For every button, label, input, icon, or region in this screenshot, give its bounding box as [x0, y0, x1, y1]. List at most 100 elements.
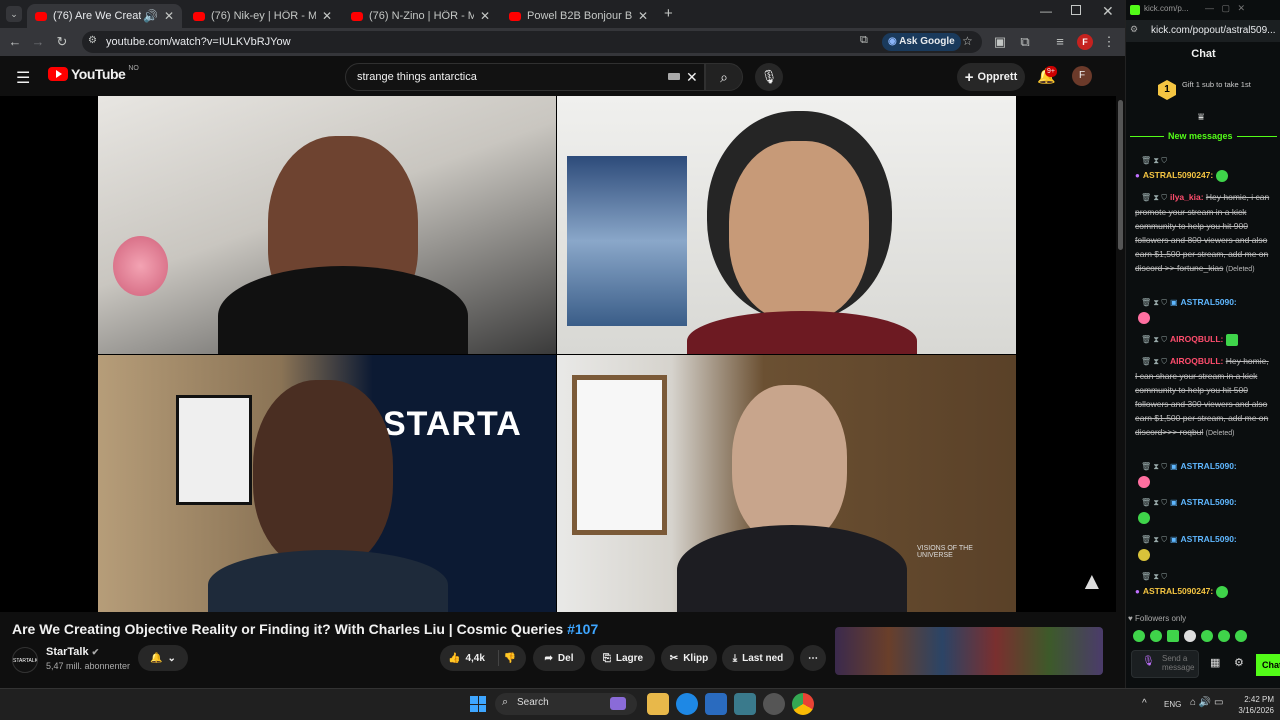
tab-n-zino[interactable]: (76) N-Zino | HÖR - March 16 / ✕ — [343, 4, 498, 28]
hamburger-menu-icon[interactable]: ☰ — [16, 68, 30, 88]
thumbs-down-icon[interactable]: 👎 — [504, 653, 516, 664]
clear-search-icon[interactable]: ✕ — [686, 64, 698, 90]
emote-icon[interactable] — [1218, 630, 1230, 642]
emote-icon[interactable] — [1184, 630, 1196, 642]
gift-icon[interactable]: ▦ — [1210, 656, 1220, 669]
mod-badges-icon[interactable]: 🗑 ⧗ ⛉ — [1141, 193, 1167, 202]
minimize-button[interactable]: — — [1040, 4, 1052, 18]
chat-username[interactable]: ilya_kia: — [1170, 192, 1204, 202]
extension-icon[interactable]: ▣ — [991, 33, 1009, 51]
emote-icon[interactable] — [1167, 630, 1179, 642]
channel-name[interactable]: StarTalk ✔ — [46, 646, 99, 658]
channel-watermark-icon[interactable]: ▲ — [1080, 569, 1104, 595]
mod-badges-icon[interactable]: 🗑 ⧗ ⛉ — [1141, 335, 1167, 344]
pinned-toggle-icon[interactable]: ⩸ — [1198, 112, 1204, 123]
app-icon[interactable] — [763, 693, 785, 715]
clip-button[interactable]: ✂ Klipp — [661, 645, 717, 671]
tab-close-icon[interactable]: ✕ — [638, 9, 648, 23]
tab-powel[interactable]: Powel B2B Bonjour Ben | HÖR ✕ — [501, 4, 656, 28]
reload-icon[interactable]: ↻ — [53, 33, 71, 51]
page-scrollbar[interactable] — [1116, 96, 1125, 688]
related-video-thumbnail[interactable] — [835, 627, 1103, 675]
emote-icon[interactable] — [1235, 630, 1247, 642]
like-button[interactable]: 👍 4,4k 👎 — [440, 645, 526, 671]
chat-username[interactable]: AIROQBULL: — [1170, 356, 1223, 366]
tab-nik-ey[interactable]: (76) Nik-ey | HÖR - March 16 / ✕ — [185, 4, 340, 28]
tab-search-button[interactable]: ⌄ — [6, 6, 22, 22]
forward-arrow-icon[interactable]: → — [29, 33, 47, 51]
chat-username[interactable]: AIROQBULL: — [1170, 334, 1223, 344]
tab-close-icon[interactable]: ✕ — [480, 9, 490, 23]
save-button[interactable]: ⎘ Lagre — [591, 645, 655, 671]
more-actions-button[interactable]: ⋯ — [800, 645, 826, 671]
emote-icon[interactable] — [1133, 630, 1145, 642]
network-volume-icon[interactable]: ⌂ 🔊 ▭ — [1190, 697, 1224, 708]
show-hidden-icons-icon[interactable]: ^ — [1142, 698, 1147, 709]
search-input[interactable]: strange things antarctica ✕ — [345, 63, 705, 91]
keyboard-icon[interactable] — [668, 73, 680, 80]
mod-badges-icon[interactable]: 🗑 ⧗ ⛉ — [1141, 498, 1167, 507]
chrome-menu-icon[interactable]: ⋮ — [1100, 33, 1118, 51]
chat-message-input[interactable]: 🎙 Send a message — [1131, 650, 1199, 678]
mod-badges-icon[interactable]: 🗑 ⧗ ⛉ — [1141, 156, 1167, 165]
reading-list-icon[interactable]: ≡ — [1051, 33, 1069, 51]
chat-username[interactable]: ASTRAL5090: — [1181, 297, 1237, 307]
mod-badges-icon[interactable]: 🗑 ⧗ ⛉ — [1141, 357, 1167, 366]
mod-badges-icon[interactable]: 🗑 ⧗ ⛉ — [1141, 462, 1167, 471]
mod-badges-icon[interactable]: 🗑 ⧗ ⛉ — [1141, 298, 1167, 307]
new-tab-button[interactable]: + — [664, 5, 673, 22]
emote-icon[interactable] — [1201, 630, 1213, 642]
download-button[interactable]: ⤓ Last ned — [722, 645, 794, 671]
emote-bar[interactable] — [1133, 630, 1247, 642]
mod-badges-icon[interactable]: 🗑 ⧗ ⛉ — [1141, 572, 1167, 581]
windows-start-icon[interactable] — [467, 693, 489, 715]
site-info-icon[interactable]: ⚙ — [88, 35, 97, 46]
back-arrow-icon[interactable]: ← — [6, 33, 24, 51]
profile-avatar[interactable]: F — [1077, 34, 1093, 50]
hashtag-link[interactable]: #107 — [567, 621, 598, 637]
chat-username[interactable]: ASTRAL5090: — [1181, 461, 1237, 471]
language-indicator[interactable]: ENG — [1164, 700, 1181, 709]
emote-icon[interactable] — [1150, 630, 1162, 642]
tab-youtube-active[interactable]: (76) Are We Creating Objec 🔊 ✕ — [27, 4, 182, 28]
edge-browser-icon[interactable] — [676, 693, 698, 715]
settings-gear-icon[interactable]: ⚙ — [1234, 656, 1244, 669]
app-icon[interactable] — [734, 693, 756, 715]
gift-rank-badge[interactable]: 1 — [1158, 80, 1176, 100]
youtube-logo[interactable]: YouTube NO — [48, 65, 139, 82]
share-button[interactable]: ➦ Del — [533, 645, 585, 671]
tab-close-icon[interactable]: ✕ — [164, 9, 174, 23]
kick-address-bar[interactable]: kick.com/popout/astral509... — [1126, 20, 1280, 42]
new-messages-divider[interactable]: New messages — [1164, 131, 1237, 141]
install-app-icon[interactable]: ⧉ — [860, 34, 868, 47]
youtube-favicon-icon — [351, 11, 363, 21]
account-avatar[interactable]: F — [1072, 66, 1092, 86]
create-button[interactable]: + Opprett — [957, 63, 1025, 91]
kick-window-controls[interactable]: — ▢ ✕ — [1205, 3, 1245, 14]
send-chat-button[interactable]: Chat — [1256, 654, 1280, 676]
chat-username[interactable]: ASTRAL5090: — [1181, 497, 1237, 507]
site-info-icon[interactable]: ⚙ — [1130, 24, 1138, 35]
chat-username[interactable]: ASTRAL5090247: — [1143, 586, 1213, 596]
address-bar[interactable]: ⚙ youtube.com/watch?v=IULKVbRJYow ⧉ ◉ As… — [82, 31, 982, 53]
subscribe-bell-button[interactable]: 🔔 ⌄ — [138, 645, 188, 671]
ask-google-button[interactable]: ◉ Ask Google — [882, 33, 961, 51]
chrome-icon[interactable] — [792, 693, 814, 715]
extensions-puzzle-icon[interactable]: ⧉ — [1016, 33, 1034, 51]
microsoft-store-icon[interactable] — [705, 693, 727, 715]
scrollbar-thumb[interactable] — [1118, 100, 1123, 250]
chat-username[interactable]: ASTRAL5090: — [1181, 534, 1237, 544]
taskbar-search-box[interactable]: ⌕ Search — [495, 693, 637, 715]
voice-search-button[interactable]: 🎙 — [755, 63, 783, 91]
maximize-button[interactable] — [1071, 5, 1081, 15]
bookmark-star-icon[interactable]: ☆ — [962, 34, 973, 48]
file-explorer-icon[interactable] — [647, 693, 669, 715]
mod-badges-icon[interactable]: 🗑 ⧗ ⛉ — [1141, 535, 1167, 544]
chat-username[interactable]: ASTRAL5090247: — [1143, 170, 1213, 180]
search-button[interactable]: ⌕ — [705, 63, 743, 91]
video-frame[interactable]: STARTA VISIONS OF THE UNIVERSE — [98, 96, 1016, 612]
channel-avatar[interactable]: STARTALK — [12, 647, 38, 673]
tab-close-icon[interactable]: ✕ — [322, 9, 332, 23]
taskbar-clock[interactable]: 2:42 PM 3/16/2026 — [1230, 694, 1274, 716]
close-window-button[interactable]: ✕ — [1102, 3, 1114, 20]
